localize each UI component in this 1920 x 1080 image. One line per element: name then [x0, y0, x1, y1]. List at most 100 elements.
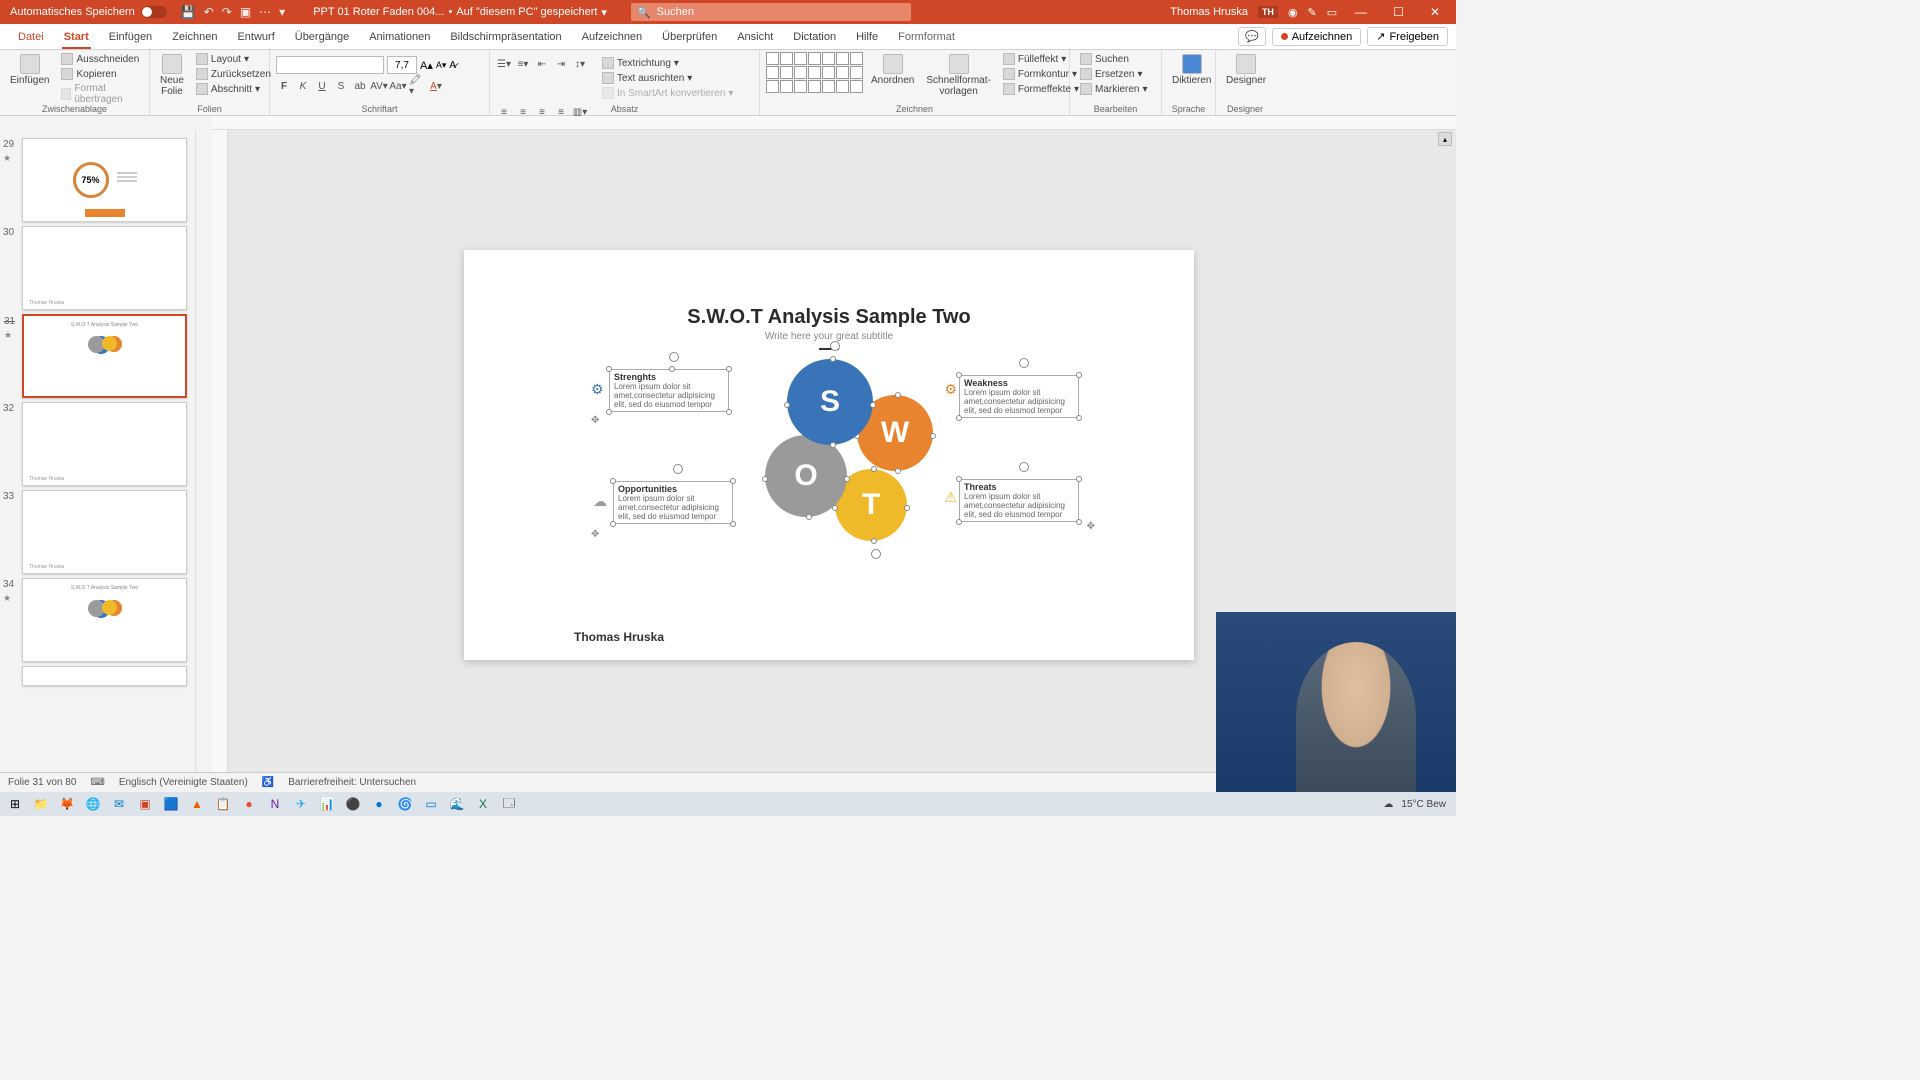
- font-color-button[interactable]: A▾: [428, 78, 444, 94]
- rotate-handle-icon[interactable]: [1019, 358, 1029, 368]
- autosave-toggle[interactable]: Automatisches Speichern: [4, 6, 173, 18]
- system-tray[interactable]: ☁ 15°C Bew: [1383, 799, 1452, 810]
- smartart-button[interactable]: In SmartArt konvertieren ▾: [598, 86, 737, 100]
- copy-button[interactable]: Kopieren: [57, 67, 143, 81]
- align-text-button[interactable]: Text ausrichten ▾: [598, 71, 737, 85]
- language-indicator[interactable]: Englisch (Vereinigte Staaten): [119, 777, 248, 788]
- current-slide[interactable]: S.W.O.T Analysis Sample Two Write here y…: [464, 250, 1194, 660]
- slide-thumbnail[interactable]: 29★ 75%: [22, 138, 187, 222]
- excel-icon[interactable]: X: [472, 794, 494, 814]
- tab-dictation[interactable]: Dictation: [783, 24, 846, 50]
- more-icon[interactable]: ⋯: [259, 5, 271, 19]
- app-icon[interactable]: ●: [368, 794, 390, 814]
- gear-icon[interactable]: ⚙: [944, 381, 957, 398]
- rotate-handle-icon[interactable]: [669, 352, 679, 362]
- onenote-icon[interactable]: N: [264, 794, 286, 814]
- slide-subtitle[interactable]: Write here your great subtitle: [464, 331, 1194, 342]
- bold-button[interactable]: F: [276, 78, 292, 94]
- spellcheck-icon[interactable]: ⌨: [90, 777, 104, 788]
- move-icon[interactable]: ✥: [591, 415, 599, 426]
- tab-transitions[interactable]: Übergänge: [285, 24, 359, 50]
- tab-draw[interactable]: Zeichnen: [162, 24, 227, 50]
- present-from-start-icon[interactable]: ▣: [240, 5, 251, 19]
- app-icon[interactable]: ▭: [420, 794, 442, 814]
- tab-start[interactable]: Start: [54, 24, 99, 50]
- rotate-handle-icon[interactable]: [1019, 462, 1029, 472]
- tab-shape-format[interactable]: Formformat: [888, 24, 965, 50]
- designer-button[interactable]: Designer: [1222, 52, 1270, 88]
- app-icon[interactable]: 📋: [212, 794, 234, 814]
- dictate-button[interactable]: Diktieren: [1168, 52, 1215, 88]
- section-button[interactable]: Abschnitt ▾: [192, 82, 275, 96]
- slide-author[interactable]: Thomas Hruska: [574, 630, 664, 644]
- app-icon[interactable]: 🟦: [160, 794, 182, 814]
- app-icon[interactable]: 🗔: [498, 794, 520, 814]
- tab-slideshow[interactable]: Bildschirmpräsentation: [440, 24, 571, 50]
- replace-button[interactable]: Ersetzen ▾: [1076, 67, 1152, 81]
- tab-design[interactable]: Entwurf: [227, 24, 284, 50]
- tab-help[interactable]: Hilfe: [846, 24, 888, 50]
- reset-button[interactable]: Zurücksetzen: [192, 67, 275, 81]
- user-name[interactable]: Thomas Hruska: [1170, 6, 1248, 18]
- italic-button[interactable]: K: [295, 78, 311, 94]
- tab-insert[interactable]: Einfügen: [99, 24, 162, 50]
- record-button[interactable]: Aufzeichnen: [1272, 28, 1362, 46]
- present-icon[interactable]: ◉: [1288, 6, 1298, 19]
- cut-button[interactable]: Ausschneiden: [57, 52, 143, 66]
- user-avatar[interactable]: TH: [1258, 6, 1278, 18]
- gear-icon[interactable]: ⚙: [591, 381, 604, 398]
- swot-text-weakness[interactable]: WeaknessLorem ipsum dolor sit amet,conse…: [959, 375, 1079, 418]
- edge-icon[interactable]: 🌊: [446, 794, 468, 814]
- tab-view[interactable]: Ansicht: [727, 24, 783, 50]
- slide-thumbnail[interactable]: 30Thomas Hruska: [22, 226, 187, 310]
- scroll-up-button[interactable]: ▴: [1438, 132, 1452, 146]
- slide-thumbnail[interactable]: 33Thomas Hruska: [22, 490, 187, 574]
- move-icon[interactable]: ✥: [591, 529, 599, 540]
- move-icon[interactable]: ✥: [1087, 521, 1095, 532]
- share-button[interactable]: ↗Freigeben: [1367, 27, 1448, 46]
- slide-thumbnail[interactable]: 34★ S.W.O.T Analysis Sample Two: [22, 578, 187, 662]
- new-slide-button[interactable]: Neue Folie: [156, 52, 188, 99]
- slide-title[interactable]: S.W.O.T Analysis Sample Two: [464, 306, 1194, 329]
- accessibility-status[interactable]: Barrierefreiheit: Untersuchen: [288, 777, 416, 788]
- cloud-icon[interactable]: ☁: [593, 493, 607, 510]
- app-icon[interactable]: ●: [238, 794, 260, 814]
- grow-font-icon[interactable]: A▴: [420, 59, 433, 72]
- find-button[interactable]: Suchen: [1076, 52, 1152, 66]
- tab-animations[interactable]: Animationen: [359, 24, 440, 50]
- shapes-gallery[interactable]: [766, 52, 863, 93]
- numbering-button[interactable]: ≡▾: [515, 56, 531, 72]
- rotate-handle-icon[interactable]: [830, 341, 840, 351]
- select-button[interactable]: Markieren ▾: [1076, 82, 1152, 96]
- format-painter-button[interactable]: Format übertragen: [57, 82, 143, 106]
- save-icon[interactable]: 💾: [181, 5, 196, 19]
- chrome-icon[interactable]: 🌐: [82, 794, 104, 814]
- swot-circle-s[interactable]: S: [787, 359, 873, 445]
- start-button[interactable]: ⊞: [4, 794, 26, 814]
- tab-review[interactable]: Überprüfen: [652, 24, 727, 50]
- swot-diagram[interactable]: S W O T StrenghtsLorem ipsum dolor sit a…: [599, 351, 1059, 601]
- powerpoint-icon[interactable]: ▣: [134, 794, 156, 814]
- firefox-icon[interactable]: 🦊: [56, 794, 78, 814]
- draw-icon[interactable]: ✎: [1308, 6, 1317, 19]
- search-box[interactable]: 🔍 Suchen: [631, 3, 911, 21]
- rotate-handle-icon[interactable]: [871, 549, 881, 559]
- accessibility-icon[interactable]: ♿: [262, 777, 274, 788]
- spacing-button[interactable]: AV▾: [371, 78, 387, 94]
- qat-dropdown-icon[interactable]: ▾: [279, 5, 285, 19]
- warning-icon[interactable]: ⚠: [944, 489, 957, 506]
- telegram-icon[interactable]: ✈: [290, 794, 312, 814]
- rotate-handle-icon[interactable]: [673, 464, 683, 474]
- redo-icon[interactable]: ↷: [222, 5, 232, 19]
- swot-text-threats[interactable]: ThreatsLorem ipsum dolor sit amet,consec…: [959, 479, 1079, 522]
- linespacing-button[interactable]: ↕▾: [572, 56, 588, 72]
- weather-icon[interactable]: ☁: [1383, 799, 1393, 810]
- close-button[interactable]: ✕: [1422, 3, 1448, 21]
- comments-icon[interactable]: 💬: [1238, 27, 1266, 46]
- minimize-button[interactable]: —: [1347, 3, 1375, 21]
- shrink-font-icon[interactable]: A▾: [436, 60, 447, 71]
- outlook-icon[interactable]: ✉: [108, 794, 130, 814]
- slide-counter[interactable]: Folie 31 von 80: [8, 777, 76, 788]
- document-title[interactable]: PPT 01 Roter Faden 004... • Auf "diesem …: [313, 6, 607, 19]
- tab-record[interactable]: Aufzeichnen: [572, 24, 653, 50]
